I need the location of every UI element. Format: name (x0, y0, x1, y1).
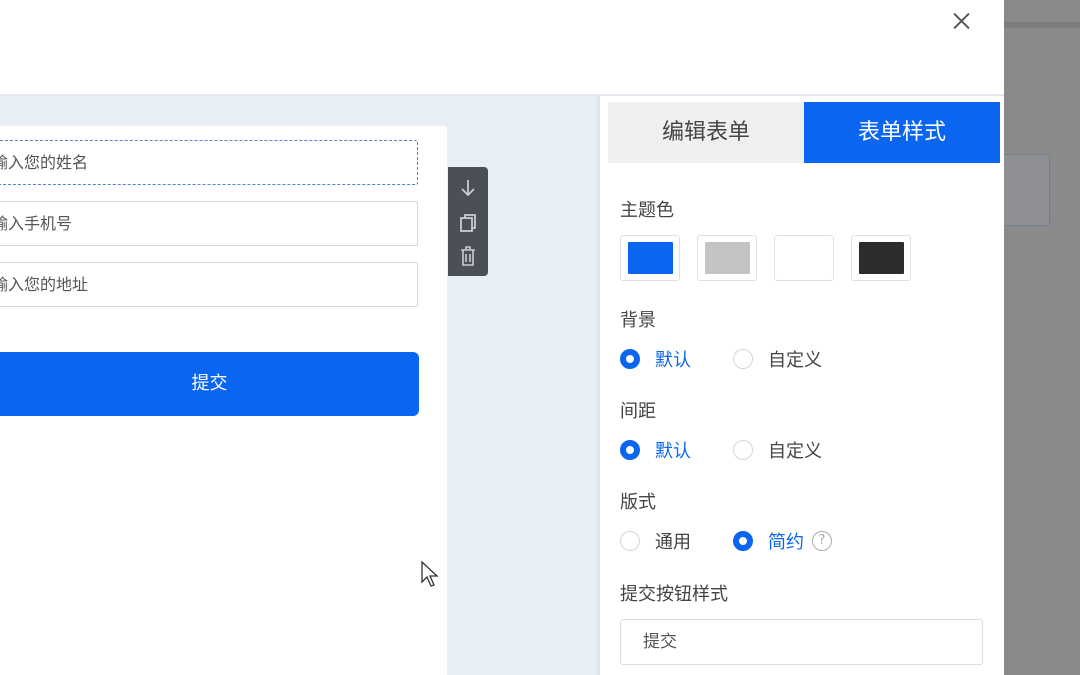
tab-edit-form[interactable]: 编辑表单 (608, 102, 804, 163)
panel-tabs: 编辑表单 表单样式 (608, 102, 1000, 163)
modal-backdrop[interactable] (1004, 0, 1080, 675)
trash-icon[interactable] (458, 245, 478, 267)
background-bar (1004, 22, 1080, 28)
radio-label: 自定义 (768, 441, 822, 462)
radio-circle (733, 440, 753, 460)
swatch-fill (859, 242, 904, 274)
swatch-black[interactable] (851, 235, 911, 281)
swatch-white[interactable] (774, 235, 834, 281)
background-label: 背景 (620, 310, 656, 331)
help-icon[interactable]: ? (812, 531, 832, 551)
radio-circle (620, 440, 640, 460)
arrow-down-icon[interactable] (458, 177, 478, 199)
mouse-cursor-icon (421, 560, 439, 587)
radio-label: 默认 (655, 441, 691, 462)
style-panel: 编辑表单 表单样式 主题色 背景 默认 自定义 间距 默认 自定义 版式 通用 … (597, 96, 1004, 675)
swatch-gray[interactable] (697, 235, 757, 281)
swatch-fill (705, 242, 750, 274)
radio-circle (620, 349, 640, 369)
tab-form-style[interactable]: 表单样式 (804, 102, 1000, 163)
address-field[interactable]: 输入您的地址 (0, 262, 418, 307)
copy-icon[interactable] (458, 212, 478, 234)
background-panel (1004, 154, 1050, 226)
layout-options: 通用 简约 ? (620, 526, 832, 556)
form-preview: 输入您的姓名 输入手机号 输入您的地址 提交 (0, 126, 447, 675)
layout-label: 版式 (620, 492, 656, 513)
layout-simple-radio[interactable]: 简约 (733, 528, 804, 554)
form-editor-modal: 输入您的姓名 输入手机号 输入您的地址 提交 编辑表单 表单样式 主题色 背景 … (0, 0, 1004, 675)
radio-label: 默认 (655, 350, 691, 371)
spacing-options: 默认 自定义 (620, 435, 864, 465)
close-icon[interactable] (946, 6, 976, 36)
swatch-fill (782, 242, 827, 274)
spacing-custom-radio[interactable]: 自定义 (733, 437, 822, 463)
background-default-radio[interactable]: 默认 (620, 346, 691, 372)
swatch-fill (628, 242, 673, 274)
name-field-text: 输入您的姓名 (0, 153, 89, 172)
address-field-text: 输入您的地址 (0, 275, 89, 294)
form-canvas: 输入您的姓名 输入手机号 输入您的地址 提交 (0, 96, 597, 675)
background-custom-radio[interactable]: 自定义 (733, 346, 822, 372)
submit-style-label: 提交按钮样式 (620, 584, 728, 605)
submit-button[interactable]: 提交 (0, 352, 419, 416)
submit-text-input[interactable]: 提交 (620, 619, 983, 665)
name-field[interactable]: 输入您的姓名 (0, 140, 418, 185)
spacing-label: 间距 (620, 401, 656, 422)
radio-circle (733, 531, 753, 551)
phone-field-text: 输入手机号 (0, 214, 73, 233)
background-options: 默认 自定义 (620, 344, 864, 374)
swatch-blue[interactable] (620, 235, 680, 281)
radio-label: 简约 (768, 532, 804, 553)
field-toolbar (448, 167, 488, 276)
spacing-default-radio[interactable]: 默认 (620, 437, 691, 463)
theme-color-label: 主题色 (620, 200, 674, 221)
radio-label: 自定义 (768, 350, 822, 371)
layout-general-radio[interactable]: 通用 (620, 528, 691, 554)
radio-circle (733, 349, 753, 369)
radio-label: 通用 (655, 532, 691, 553)
radio-circle (620, 531, 640, 551)
phone-field[interactable]: 输入手机号 (0, 201, 418, 246)
